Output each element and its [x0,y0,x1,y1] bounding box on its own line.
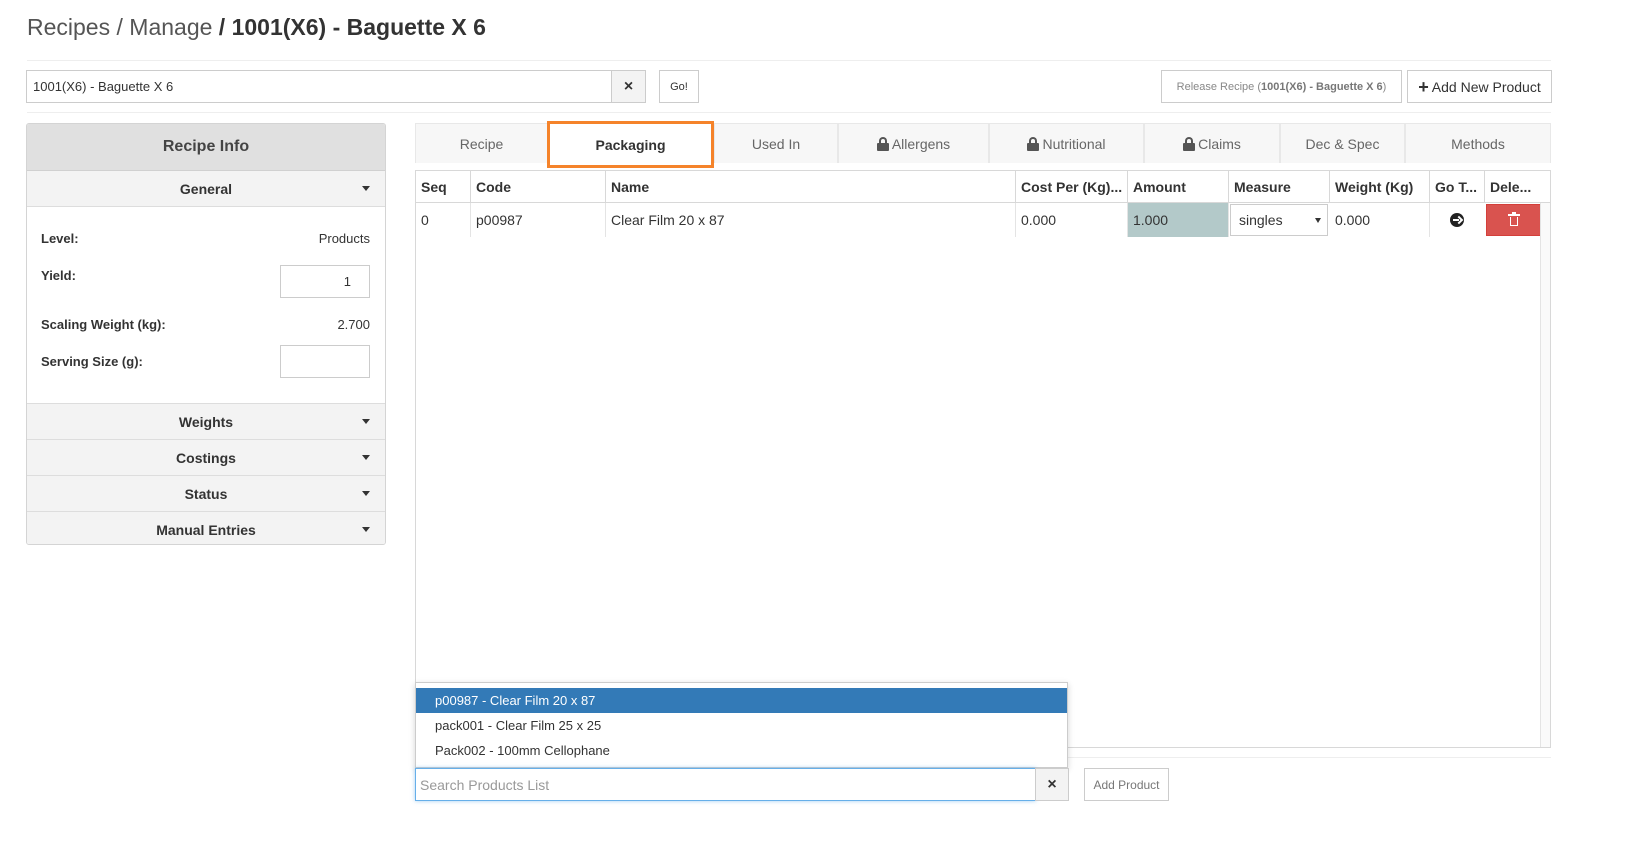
tab-methods-label: Methods [1451,135,1505,152]
table-row[interactable]: 0 p00987 Clear Film 20 x 87 0.000 1.000 … [416,203,1550,237]
column-header-delete[interactable]: Dele... [1485,171,1550,203]
grid-scrollbar[interactable] [1540,203,1550,747]
page-title: Recipes / Manage / 1001(X6) - Baguette X… [27,14,486,41]
recipe-search: × [26,70,646,103]
recipe-info-panel: Recipe Info General Level: Products Yiel… [26,123,386,545]
accordion-status[interactable]: Status [27,476,385,512]
recipe-search-clear-button[interactable]: × [611,70,646,103]
recipe-info-title: Recipe Info [27,124,385,171]
tab-packaging-label: Packaging [595,136,666,153]
caret-down-icon [362,419,370,424]
tab-dec-spec-label: Dec & Spec [1305,135,1380,152]
plus-icon: + [1418,76,1429,97]
cell-cost: 0.000 [1016,203,1128,237]
accordion-costings[interactable]: Costings [27,440,385,476]
product-search-input[interactable] [415,768,1036,801]
release-recipe-suffix: ) [1382,80,1387,93]
column-header-name[interactable]: Name [606,171,1016,203]
serving-size-label: Serving Size (g): [41,354,143,369]
yield-input[interactable] [280,265,370,298]
dropdown-arrow-icon [1315,218,1321,223]
divider [27,112,1551,113]
caret-down-icon [362,186,370,191]
caret-down-icon [362,527,370,532]
go-button[interactable]: Go! [659,70,699,103]
product-autocomplete-list: p00987 - Clear Film 20 x 87 pack001 - Cl… [415,682,1068,768]
grid-header: Seq Code Name Cost Per (Kg)... Amount Me… [416,171,1550,203]
divider [27,60,1551,61]
breadcrumb-manage[interactable]: Manage [129,14,212,40]
accordion-manual-entries-label: Manual Entries [156,522,256,538]
cell-weight: 0.000 [1330,203,1430,237]
cell-seq: 0 [416,203,471,237]
tab-methods[interactable]: Methods [1405,123,1551,163]
column-header-goto[interactable]: Go T... [1430,171,1485,203]
release-recipe-name: 1001(X6) - Baguette X 6 [1261,80,1383,93]
caret-down-icon [362,491,370,496]
breadcrumb-current: 1001(X6) - Baguette X 6 [231,14,486,40]
caret-down-icon [362,455,370,460]
breadcrumb-separator: / [212,14,232,40]
lock-icon [1183,137,1196,151]
tab-used-in[interactable]: Used In [714,123,838,163]
scaling-weight-value: 2.700 [337,317,370,332]
column-header-measure[interactable]: Measure [1229,171,1330,203]
autocomplete-option[interactable]: pack001 - Clear Film 25 x 25 [416,713,1067,738]
column-header-seq[interactable]: Seq [416,171,471,203]
delete-row-button[interactable] [1486,204,1542,236]
tab-allergens-label: Allergens [891,135,951,152]
tab-packaging[interactable]: Packaging [547,121,714,168]
column-header-code[interactable]: Code [471,171,606,203]
breadcrumb-separator: / [110,14,130,40]
accordion-costings-label: Costings [176,449,236,466]
add-product-button[interactable]: Add Product [1084,768,1169,801]
recipe-search-input[interactable] [26,70,612,103]
measure-select[interactable]: singles [1230,204,1328,236]
general-section-body: Level: Products Yield: Scaling Weight (k… [27,207,385,404]
tab-nutritional-label: Nutritional [1042,135,1106,152]
tab-used-in-label: Used In [751,135,801,152]
arrow-right-circle-icon[interactable] [1450,213,1464,227]
tab-nutritional[interactable]: Nutritional [989,123,1144,163]
tab-recipe[interactable]: Recipe [415,123,548,163]
add-new-product-button[interactable]: + Add New Product [1407,70,1552,103]
measure-select-value: singles [1239,212,1283,228]
scaling-weight-label: Scaling Weight (kg): [41,317,166,332]
accordion-general[interactable]: General [27,171,385,207]
release-recipe-prefix: Release Recipe ( [1176,80,1262,93]
release-recipe-button[interactable]: Release Recipe (1001(X6) - Baguette X 6) [1161,70,1402,103]
cell-name: Clear Film 20 x 87 [606,203,1016,237]
packaging-grid: Seq Code Name Cost Per (Kg)... Amount Me… [415,170,1551,748]
column-header-amount[interactable]: Amount [1128,171,1229,203]
column-header-cost[interactable]: Cost Per (Kg)... [1016,171,1128,203]
accordion-weights-label: Weights [178,413,234,430]
serving-size-input[interactable] [280,345,370,378]
breadcrumb-recipes[interactable]: Recipes [27,14,110,40]
accordion-weights[interactable]: Weights [27,404,385,440]
trash-icon [1508,212,1520,226]
tab-bar: Recipe Packaging Used In Allergens Nutri… [415,121,1551,168]
level-label: Level: [41,231,79,246]
autocomplete-option[interactable]: Pack002 - 100mm Cellophane [416,738,1067,763]
accordion-manual-entries[interactable]: Manual Entries [27,512,385,544]
product-search-clear-button[interactable]: × [1035,768,1069,801]
accordion-status-label: Status [184,485,228,502]
level-value: Products [318,231,370,246]
accordion-general-label: General [179,180,233,197]
lock-icon [876,137,889,151]
add-new-product-label: Add New Product [1431,78,1541,95]
lock-icon [1027,137,1040,151]
yield-label: Yield: [41,268,76,283]
tab-recipe-label: Recipe [459,135,504,152]
column-header-weight[interactable]: Weight (Kg) [1330,171,1430,203]
tab-dec-spec[interactable]: Dec & Spec [1280,123,1405,163]
tab-allergens[interactable]: Allergens [838,123,989,163]
cell-amount-input[interactable]: 1.000 [1128,203,1229,237]
cell-code: p00987 [471,203,606,237]
tab-claims-label: Claims [1198,135,1241,152]
autocomplete-option[interactable]: p00987 - Clear Film 20 x 87 [416,688,1067,713]
tab-claims[interactable]: Claims [1144,123,1280,163]
